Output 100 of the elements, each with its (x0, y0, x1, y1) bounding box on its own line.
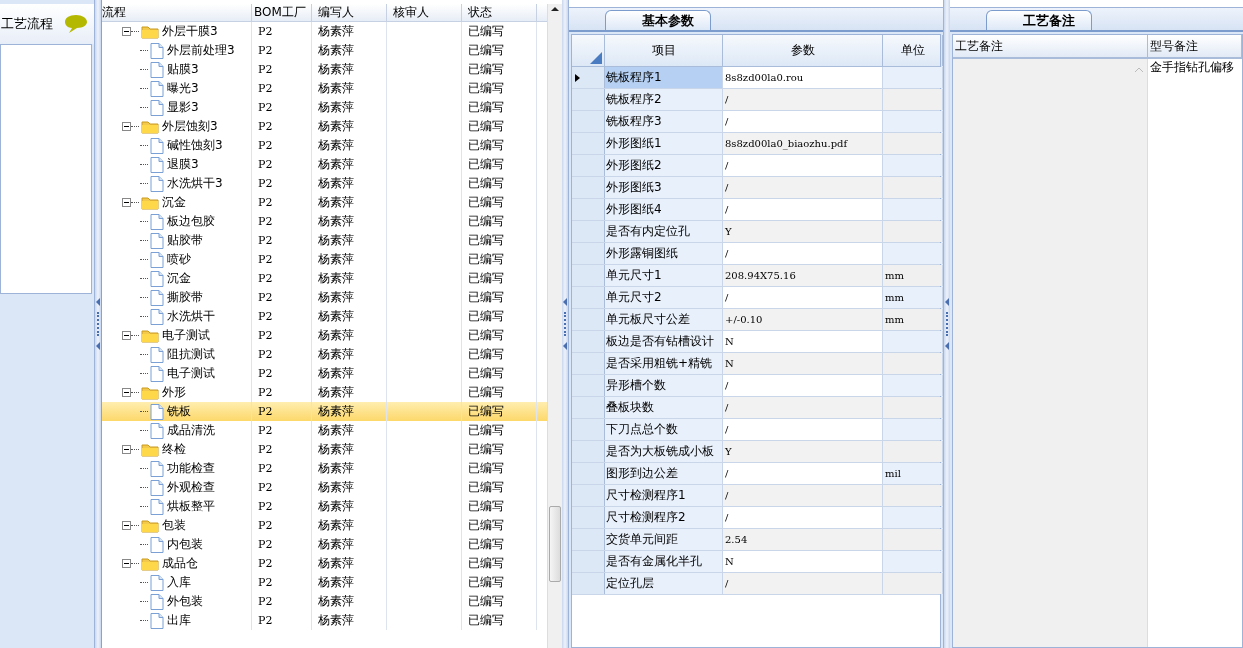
tree-row[interactable]: 出库 P2 杨素萍 已编写 (102, 611, 547, 630)
collapse-icon[interactable] (122, 331, 131, 340)
tree-row[interactable]: 撕胶带 P2 杨素萍 已编写 (102, 288, 547, 307)
tree-row[interactable]: 显影3 P2 杨素萍 已编写 (102, 98, 547, 117)
tree-row[interactable]: 沉金 P2 杨素萍 已编写 (102, 193, 547, 212)
tree-row[interactable]: 成品清洗 P2 杨素萍 已编写 (102, 421, 547, 440)
tree-row[interactable]: 外层蚀刻3 P2 杨素萍 已编写 (102, 117, 547, 136)
caret-icon (1135, 67, 1143, 73)
tree-row[interactable]: 喷砂 P2 杨素萍 已编写 (102, 250, 547, 269)
column-header[interactable]: 流程 (102, 4, 252, 21)
column-header[interactable]: 工艺备注 (953, 35, 1148, 59)
table-cell: 已编写 (462, 326, 537, 345)
collapse-icon[interactable] (122, 122, 131, 131)
tree-row[interactable]: 沉金 P2 杨素萍 已编写 (102, 269, 547, 288)
tree-row[interactable]: 入库 P2 杨素萍 已编写 (102, 573, 547, 592)
table-cell: 已编写 (462, 516, 537, 535)
column-header[interactable]: 状态 (462, 4, 537, 21)
table-cell: mm (883, 287, 943, 308)
column-header[interactable]: 单位 (883, 35, 943, 66)
table-cell: 杨素萍 (312, 79, 387, 98)
document-icon (150, 593, 164, 610)
table-cell: 已编写 (462, 421, 537, 440)
tree-row[interactable]: 退膜3 P2 杨素萍 已编写 (102, 155, 547, 174)
document-icon (150, 403, 164, 420)
column-header[interactable]: 编写人 (312, 4, 387, 21)
table-cell: 杨素萍 (312, 459, 387, 478)
table-cell: P2 (252, 117, 312, 136)
tab[interactable]: 工艺备注 (986, 10, 1092, 30)
tree-row[interactable]: 曝光3 P2 杨素萍 已编写 (102, 79, 547, 98)
table-cell: 杨素萍 (312, 364, 387, 383)
table-cell: 杨素萍 (312, 402, 387, 421)
tree-row[interactable]: 铣板 P2 杨素萍 已编写 (102, 402, 547, 421)
tree-row[interactable]: 水洗烘干 P2 杨素萍 已编写 (102, 307, 547, 326)
table-cell: 铣板程序3 (605, 111, 723, 132)
scrollbar[interactable] (547, 4, 562, 648)
table-cell: mm (883, 309, 943, 330)
tree-row[interactable]: 板边包胶 P2 杨素萍 已编写 (102, 212, 547, 231)
tree-row[interactable]: 终检 P2 杨素萍 已编写 (102, 440, 547, 459)
table-cell: 已编写 (462, 307, 537, 326)
table-cell: / (723, 111, 883, 132)
table-cell: 叠板块数 (605, 397, 723, 418)
table-cell: P2 (252, 535, 312, 554)
table-cell: / (723, 419, 883, 440)
table-cell: 已编写 (462, 79, 537, 98)
document-icon (150, 251, 164, 268)
table-cell: 外形图纸1 (605, 133, 723, 154)
tree-row[interactable]: 成品仓 P2 杨素萍 已编写 (102, 554, 547, 573)
tree-row[interactable]: 水洗烘干3 P2 杨素萍 已编写 (102, 174, 547, 193)
table-cell: / (723, 287, 883, 308)
table-cell: / (723, 243, 883, 264)
column-header[interactable]: 型号备注 (1148, 35, 1242, 59)
step-name: 撕胶带 (167, 289, 203, 306)
collapse-icon[interactable] (122, 388, 131, 397)
column-header[interactable]: 核审人 (387, 4, 462, 21)
table-cell: 杨素萍 (312, 250, 387, 269)
tree-row[interactable]: 包装 P2 杨素萍 已编写 (102, 516, 547, 535)
table-cell: P2 (252, 307, 312, 326)
step-name: 外层前处理3 (167, 42, 235, 59)
tree-row[interactable]: 外包装 P2 杨素萍 已编写 (102, 592, 547, 611)
table-cell: P2 (252, 592, 312, 611)
tree-row[interactable]: 贴膜3 P2 杨素萍 已编写 (102, 60, 547, 79)
table-cell: 杨素萍 (312, 155, 387, 174)
collapse-icon[interactable] (122, 521, 131, 530)
table-cell: 杨素萍 (312, 22, 387, 41)
column-header[interactable]: BOM工厂 (252, 4, 312, 21)
tab[interactable]: 基本参数 (605, 10, 711, 30)
tree-row[interactable]: 电子测试 P2 杨素萍 已编写 (102, 364, 547, 383)
tree-row[interactable]: 阻抗测试 P2 杨素萍 已编写 (102, 345, 547, 364)
table-cell: 杨素萍 (312, 307, 387, 326)
tree-row[interactable]: 功能检查 P2 杨素萍 已编写 (102, 459, 547, 478)
table-cell: Y (723, 221, 883, 242)
collapse-icon[interactable] (122, 559, 131, 568)
table-cell: P2 (252, 22, 312, 41)
document-icon (150, 99, 164, 116)
column-header[interactable]: 项目 (605, 35, 723, 66)
step-name: 外包装 (167, 593, 203, 610)
scroll-thumb[interactable] (549, 506, 561, 582)
scroll-up-icon[interactable] (550, 4, 560, 14)
table-cell: N (723, 331, 883, 352)
tree-row[interactable]: 电子测试 P2 杨素萍 已编写 (102, 326, 547, 345)
tree-row[interactable]: 外层前处理3 P2 杨素萍 已编写 (102, 41, 547, 60)
table-cell: 已编写 (462, 402, 537, 421)
collapse-icon[interactable] (122, 198, 131, 207)
collapse-icon[interactable] (122, 445, 131, 454)
table-cell: 已编写 (462, 98, 537, 117)
table-cell: 交货单元间距 (605, 529, 723, 550)
tree-row[interactable]: 外层干膜3 P2 杨素萍 已编写 (102, 22, 547, 41)
table-cell: 杨素萍 (312, 592, 387, 611)
tree-row[interactable]: 烘板整平 P2 杨素萍 已编写 (102, 497, 547, 516)
tree-row[interactable]: 碱性蚀刻3 P2 杨素萍 已编写 (102, 136, 547, 155)
table-cell: 杨素萍 (312, 41, 387, 60)
table-cell: 杨素萍 (312, 611, 387, 630)
tree-row[interactable]: 外观检查 P2 杨素萍 已编写 (102, 478, 547, 497)
table-cell: 下刀点总个数 (605, 419, 723, 440)
row-header[interactable] (572, 67, 605, 88)
tree-row[interactable]: 内包装 P2 杨素萍 已编写 (102, 535, 547, 554)
column-header[interactable]: 参数 (723, 35, 883, 66)
collapse-icon[interactable] (122, 27, 131, 36)
table-cell: 已编写 (462, 269, 537, 288)
tree-row[interactable]: 贴胶带 P2 杨素萍 已编写 (102, 231, 547, 250)
